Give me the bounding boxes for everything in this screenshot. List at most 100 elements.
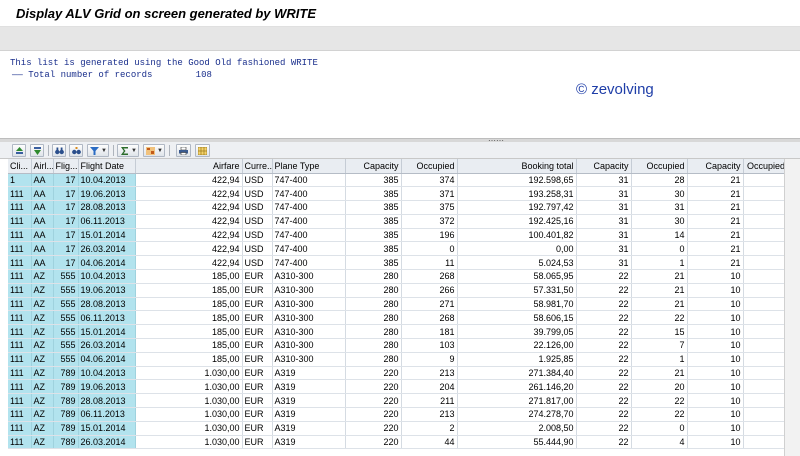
cell-flight-date[interactable]: 10.04.2013 [78, 366, 136, 381]
table-row[interactable]: 111 AZ 789 28.08.2013 1.030,00 EUR A319 220 211 2… [8, 393, 800, 409]
cell-capacity[interactable]: 385 [345, 255, 402, 271]
cell-flight-no[interactable]: 17 [53, 186, 79, 202]
filter-button[interactable]: ▼ [87, 144, 109, 157]
cell-capacity[interactable]: 385 [345, 186, 402, 202]
cell-booking-total[interactable]: 55.444,90 [457, 435, 577, 450]
cell-plane-type[interactable]: 747-400 [272, 200, 346, 215]
cell-booking-total[interactable]: 22.126,00 [457, 338, 577, 353]
cell-flight-no[interactable]: 17 [53, 241, 79, 257]
column-header-flight-date[interactable]: Flight Date [78, 159, 136, 174]
cell-capacity-first[interactable]: 21 [687, 228, 744, 243]
cell-booking-total[interactable]: 58.065,95 [457, 269, 577, 284]
cell-flight-date[interactable]: 15.01.2014 [78, 324, 136, 340]
cell-capacity-first[interactable]: 10 [687, 393, 744, 409]
cell-capacity-business[interactable]: 22 [576, 435, 632, 450]
table-row[interactable]: 111 AZ 555 06.11.2013 185,00 EUR A310-300 280 26… [8, 310, 800, 326]
cell-airline[interactable]: AZ [31, 269, 54, 284]
cell-occupied[interactable]: 271 [401, 297, 458, 312]
cell-airline[interactable]: AA [31, 214, 54, 229]
cell-flight-no[interactable]: 555 [53, 324, 79, 340]
column-header-client[interactable]: Cli... [8, 159, 32, 174]
table-row[interactable]: 111 AA 17 04.06.2014 422,94 USD 747-400 385 11 5.… [8, 255, 800, 271]
cell-client[interactable]: 111 [8, 324, 32, 340]
cell-flight-date[interactable]: 04.06.2014 [78, 255, 136, 271]
cell-occupied[interactable]: 371 [401, 186, 458, 202]
cell-occupied[interactable]: 268 [401, 310, 458, 326]
cell-capacity[interactable]: 280 [345, 324, 402, 340]
cell-booking-total[interactable]: 192.425,16 [457, 214, 577, 229]
cell-airline[interactable]: AZ [31, 366, 54, 381]
cell-flight-date[interactable]: 04.06.2014 [78, 352, 136, 367]
cell-airfare[interactable]: 1.030,00 [135, 379, 243, 395]
cell-airfare[interactable]: 422,94 [135, 186, 243, 202]
cell-capacity-first[interactable]: 21 [687, 200, 744, 215]
cell-capacity-first[interactable]: 10 [687, 310, 744, 326]
cell-flight-no[interactable]: 17 [53, 255, 79, 271]
cell-currency[interactable]: USD [242, 241, 273, 257]
cell-airfare[interactable]: 422,94 [135, 241, 243, 257]
cell-capacity-first[interactable]: 10 [687, 366, 744, 381]
cell-occupied-business[interactable]: 0 [631, 421, 688, 436]
table-row[interactable]: 111 AZ 555 04.06.2014 185,00 EUR A310-300 280 9 1… [8, 352, 800, 367]
cell-currency[interactable]: EUR [242, 297, 273, 312]
cell-plane-type[interactable]: A310-300 [272, 283, 346, 298]
table-row[interactable]: 111 AZ 789 10.04.2013 1.030,00 EUR A319 220 213 2… [8, 366, 800, 381]
cell-airfare[interactable]: 1.030,00 [135, 435, 243, 450]
cell-occupied[interactable]: 181 [401, 324, 458, 340]
cell-client[interactable]: 111 [8, 269, 32, 284]
cell-flight-date[interactable]: 15.01.2014 [78, 228, 136, 243]
table-row[interactable]: 111 AZ 789 15.01.2014 1.030,00 EUR A319 220 2 2.0… [8, 421, 800, 436]
cell-client[interactable]: 111 [8, 200, 32, 215]
cell-capacity-first[interactable]: 10 [687, 379, 744, 395]
cell-capacity-business[interactable]: 22 [576, 407, 632, 422]
cell-client[interactable]: 111 [8, 338, 32, 353]
cell-capacity[interactable]: 220 [345, 421, 402, 436]
cell-flight-date[interactable]: 28.08.2013 [78, 393, 136, 409]
cell-client[interactable]: 111 [8, 214, 32, 229]
cell-plane-type[interactable]: A310-300 [272, 324, 346, 340]
cell-airline[interactable]: AA [31, 186, 54, 202]
cell-occupied[interactable]: 374 [401, 173, 458, 188]
cell-capacity-business[interactable]: 22 [576, 421, 632, 436]
cell-flight-no[interactable]: 789 [53, 379, 79, 395]
cell-flight-no[interactable]: 17 [53, 214, 79, 229]
cell-airfare[interactable]: 185,00 [135, 338, 243, 353]
cell-capacity[interactable]: 385 [345, 214, 402, 229]
cell-airfare[interactable]: 1.030,00 [135, 393, 243, 409]
cell-airline[interactable]: AA [31, 228, 54, 243]
column-header-capacity-business[interactable]: Capacity [576, 159, 632, 174]
cell-airfare[interactable]: 1.030,00 [135, 407, 243, 422]
table-row[interactable]: 111 AZ 789 19.06.2013 1.030,00 EUR A319 220 204 2… [8, 379, 800, 395]
cell-client[interactable]: 111 [8, 393, 32, 409]
cell-flight-date[interactable]: 26.03.2014 [78, 338, 136, 353]
table-row[interactable]: 111 AZ 555 28.08.2013 185,00 EUR A310-300 280 27… [8, 297, 800, 312]
column-header-plane-type[interactable]: Plane Type [272, 159, 346, 174]
cell-occupied[interactable]: 266 [401, 283, 458, 298]
table-row[interactable]: 111 AZ 789 06.11.2013 1.030,00 EUR A319 220 213 2… [8, 407, 800, 422]
cell-currency[interactable]: EUR [242, 338, 273, 353]
cell-capacity-first[interactable]: 10 [687, 269, 744, 284]
cell-capacity-business[interactable]: 22 [576, 352, 632, 367]
cell-plane-type[interactable]: A319 [272, 379, 346, 395]
cell-currency[interactable]: USD [242, 186, 273, 202]
total-button[interactable]: ▼ [117, 144, 139, 157]
table-row[interactable]: 1 AA 17 10.04.2013 422,94 USD 747-400 385 374 192… [8, 173, 800, 188]
cell-occupied-business[interactable]: 14 [631, 228, 688, 243]
cell-booking-total[interactable]: 193.258,31 [457, 186, 577, 202]
cell-booking-total[interactable]: 1.925,85 [457, 352, 577, 367]
cell-occupied-business[interactable]: 28 [631, 173, 688, 188]
cell-plane-type[interactable]: A310-300 [272, 310, 346, 326]
cell-flight-date[interactable]: 28.08.2013 [78, 200, 136, 215]
cell-occupied-business[interactable]: 1 [631, 255, 688, 271]
cell-occupied[interactable]: 375 [401, 200, 458, 215]
subtotal-button[interactable]: ▼ [143, 144, 165, 157]
cell-plane-type[interactable]: A319 [272, 407, 346, 422]
cell-occupied-business[interactable]: 21 [631, 269, 688, 284]
cell-booking-total[interactable]: 100.401,82 [457, 228, 577, 243]
cell-airfare[interactable]: 422,94 [135, 200, 243, 215]
column-header-airfare[interactable]: Airfare [135, 159, 243, 174]
cell-currency[interactable]: EUR [242, 379, 273, 395]
column-header-flight-no[interactable]: Flig... [53, 159, 79, 174]
cell-currency[interactable]: EUR [242, 366, 273, 381]
cell-capacity-business[interactable]: 22 [576, 338, 632, 353]
